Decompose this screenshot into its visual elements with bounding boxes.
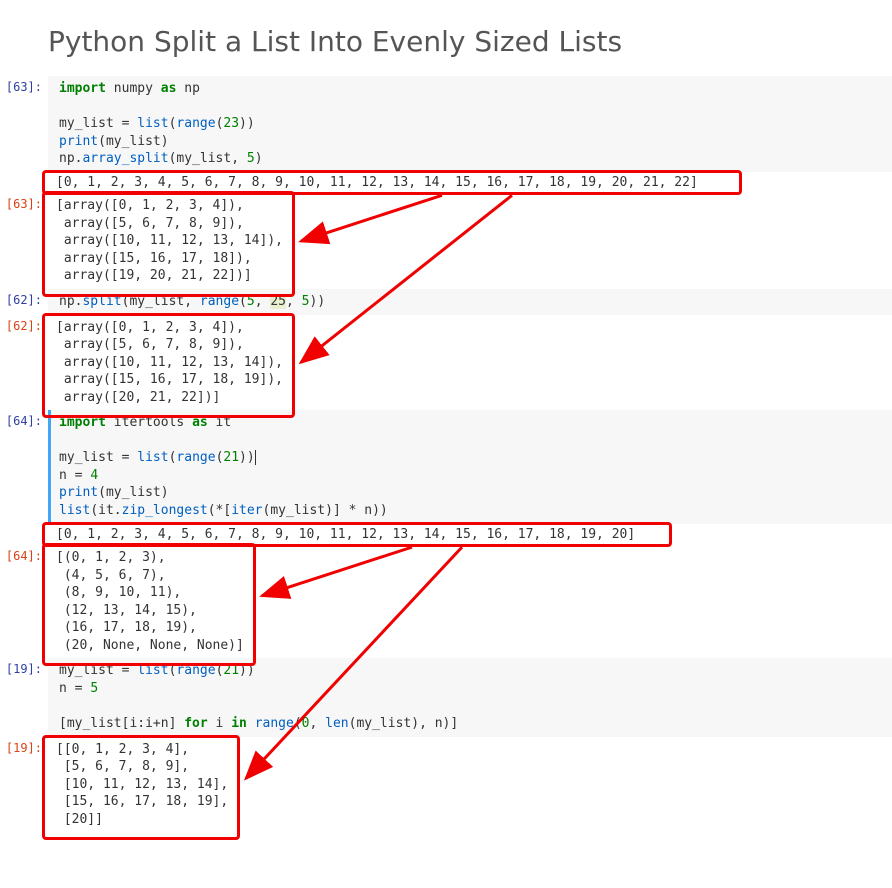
blank-prompt bbox=[0, 172, 48, 176]
code-input[interactable]: my_list = list(range(21)) n = 5 [my_list… bbox=[48, 658, 892, 736]
code-cell[interactable]: [64]: import itertools as it my_list = l… bbox=[0, 410, 892, 523]
stdout-output: [0, 1, 2, 3, 4, 5, 6, 7, 8, 9, 10, 11, 1… bbox=[48, 524, 892, 546]
result-row: [19]: [[0, 1, 2, 3, 4], [5, 6, 7, 8, 9],… bbox=[0, 737, 892, 833]
code-input[interactable]: import itertools as it my_list = list(ra… bbox=[48, 410, 892, 523]
result-output: [[0, 1, 2, 3, 4], [5, 6, 7, 8, 9], [10, … bbox=[48, 737, 892, 833]
code-input[interactable]: import numpy as np my_list = list(range(… bbox=[48, 76, 892, 172]
notebook-container: Python Split a List Into Evenly Sized Li… bbox=[0, 25, 892, 832]
result-row: [63]: [array([0, 1, 2, 3, 4]), array([5,… bbox=[0, 193, 892, 289]
code-input[interactable]: np.split(my_list, range(5, 25, 5)) bbox=[48, 289, 892, 315]
result-output: [(0, 1, 2, 3), (4, 5, 6, 7), (8, 9, 10, … bbox=[48, 545, 892, 658]
blank-prompt bbox=[0, 524, 48, 528]
result-row: [62]: [array([0, 1, 2, 3, 4]), array([5,… bbox=[0, 315, 892, 411]
output-prompt: [62]: bbox=[0, 315, 48, 333]
code-cell[interactable]: [19]: my_list = list(range(21)) n = 5 [m… bbox=[0, 658, 892, 736]
input-prompt: [62]: bbox=[0, 289, 48, 307]
output-prompt: [63]: bbox=[0, 193, 48, 211]
input-prompt: [63]: bbox=[0, 76, 48, 94]
code-cell[interactable]: [63]: import numpy as np my_list = list(… bbox=[0, 76, 892, 172]
result-output: [array([0, 1, 2, 3, 4]), array([5, 6, 7,… bbox=[48, 193, 892, 289]
output-prompt: [64]: bbox=[0, 545, 48, 563]
result-row: [64]: [(0, 1, 2, 3), (4, 5, 6, 7), (8, 9… bbox=[0, 545, 892, 658]
print-output-row: [0, 1, 2, 3, 4, 5, 6, 7, 8, 9, 10, 11, 1… bbox=[0, 524, 892, 546]
result-output: [array([0, 1, 2, 3, 4]), array([5, 6, 7,… bbox=[48, 315, 892, 411]
output-prompt: [19]: bbox=[0, 737, 48, 755]
input-prompt: [19]: bbox=[0, 658, 48, 676]
page-title: Python Split a List Into Evenly Sized Li… bbox=[48, 25, 892, 58]
code-cell[interactable]: [62]: np.split(my_list, range(5, 25, 5)) bbox=[0, 289, 892, 315]
stdout-output: [0, 1, 2, 3, 4, 5, 6, 7, 8, 9, 10, 11, 1… bbox=[48, 172, 892, 194]
input-prompt: [64]: bbox=[0, 410, 48, 428]
print-output-row: [0, 1, 2, 3, 4, 5, 6, 7, 8, 9, 10, 11, 1… bbox=[0, 172, 892, 194]
